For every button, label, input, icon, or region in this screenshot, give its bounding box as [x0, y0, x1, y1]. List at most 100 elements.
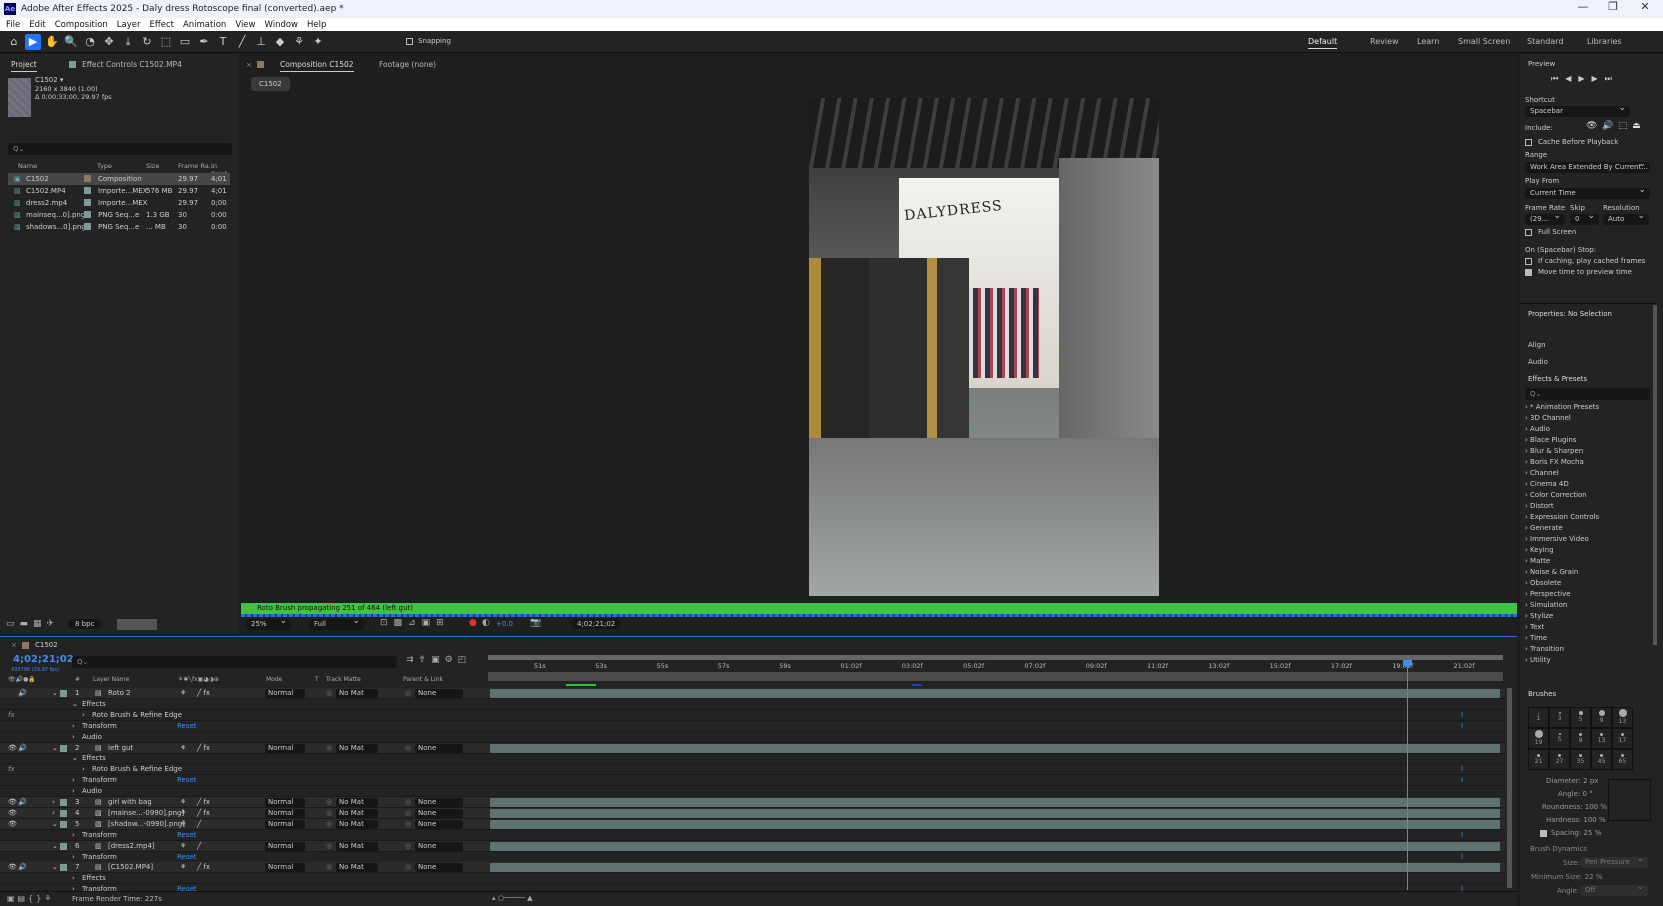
channel-icon[interactable]: ● — [469, 618, 477, 628]
track-matte-dropdown[interactable]: No Mat — [336, 819, 378, 829]
property-row[interactable]: fx › Roto Brush & Refine Edge I — [0, 710, 1505, 721]
pickwhip-icon[interactable]: ◎ — [405, 798, 411, 806]
brush-hardness[interactable]: Hardness: 100 % — [1546, 816, 1606, 824]
mode-dropdown[interactable]: Normal — [265, 819, 305, 829]
brush-preset[interactable]: 45 — [1591, 749, 1612, 770]
range-dropdown[interactable]: Work Area Extended By Current... — [1525, 159, 1650, 173]
menu-composition[interactable]: Composition — [55, 20, 108, 30]
eye-icon[interactable]: 👁 — [8, 820, 17, 828]
playback-controls[interactable]: ⏮◀▶▶⏭ — [1551, 74, 1619, 84]
effects-category[interactable]: › Expression Controls — [1525, 513, 1599, 521]
twirl-open-icon[interactable]: ⌄ — [72, 700, 78, 708]
rotate-icon[interactable]: ↻ — [139, 34, 155, 50]
layer-row[interactable]: 👁 ⌄ 5 ▧ [shadow...-0990].png] ⚘ ╱ Normal ◎ No Mat… — [0, 818, 1505, 830]
track-matte-dropdown[interactable]: No Mat — [336, 841, 378, 851]
timeline-search-input[interactable]: Q⌄ — [72, 656, 397, 668]
tab-footage[interactable]: Footage (none) — [379, 60, 436, 69]
twirl-closed-icon[interactable]: › — [72, 831, 75, 839]
col-layer-name[interactable]: Layer Name — [93, 676, 129, 683]
menu-effect[interactable]: Effect — [150, 20, 174, 30]
size-dropdown[interactable]: Pen Pressure — [1580, 854, 1648, 868]
project-item[interactable]: ▧ shadows...0].png PNG Seq...e ... MB 30 0:00 — [8, 221, 230, 233]
quality-icon[interactable]: ╱ fx — [197, 798, 210, 806]
reset-link[interactable]: Reset — [177, 853, 197, 861]
effects-category[interactable]: › Boris FX Mocha — [1525, 458, 1584, 466]
layer-row[interactable]: 🔊 ⌄ 1 ▤ Roto 2 ⚘ ╱ fx Normal ◎ No Mat ◎ None — [0, 688, 1505, 699]
track-matte-dropdown[interactable]: No Mat — [336, 863, 378, 873]
layer-duration-bar[interactable] — [490, 743, 1500, 753]
mode-dropdown[interactable]: Normal — [265, 808, 305, 818]
effects-category[interactable]: › Text — [1525, 623, 1544, 631]
effects-category[interactable]: › Immersive Video — [1525, 535, 1589, 543]
brush-preset[interactable]: 13 — [1612, 707, 1633, 728]
effects-category[interactable]: › Color Correction — [1525, 491, 1587, 499]
layer-name[interactable]: [C1502.MP4] — [108, 863, 153, 871]
property-row[interactable]: fx › Roto Brush & Refine Edge I — [0, 764, 1505, 776]
effects-category[interactable]: › Keying — [1525, 546, 1554, 554]
parent-dropdown[interactable]: None — [415, 819, 463, 829]
playhead[interactable] — [1402, 660, 1412, 890]
layer-label-color[interactable] — [60, 809, 67, 817]
viewer-toggle-icons[interactable]: ⊡▩⊿▣⊞ — [380, 618, 450, 628]
layer-label-color[interactable] — [60, 842, 67, 850]
selection-icon[interactable]: ▶ — [25, 33, 41, 50]
tab-project[interactable]: Project — [11, 60, 37, 72]
layer-label-color[interactable] — [60, 820, 67, 828]
rectangle-icon[interactable]: ▭ — [177, 34, 193, 50]
layer-duration-bar[interactable] — [490, 798, 1500, 807]
effects-category[interactable]: › Simulation — [1525, 601, 1567, 609]
layer-label-color[interactable] — [60, 864, 67, 872]
eye-icon[interactable]: 👁 — [8, 744, 17, 752]
workspace-learn[interactable]: Learn — [1417, 37, 1439, 46]
layer-duration-bar[interactable] — [490, 689, 1500, 698]
mode-dropdown[interactable]: Normal — [265, 841, 305, 851]
brush-preset[interactable]: 1 — [1528, 707, 1549, 728]
col-parent-link[interactable]: Parent & Link — [403, 676, 443, 683]
effects-category[interactable]: › Generate — [1525, 524, 1563, 532]
property-row[interactable]: › Transform Reset I — [0, 775, 1505, 787]
tab-composition[interactable]: Composition C1502 — [280, 60, 354, 72]
effects-search-input[interactable]: Q⌄ — [1525, 388, 1650, 400]
layer-row[interactable]: 👁 🔊 ⌄ 2 ▤ left gut ⚘ ╱ fx Normal ◎ No Mat ◎ None — [0, 742, 1505, 754]
comp-breadcrumb-button[interactable]: C1502 — [251, 77, 290, 91]
parent-dropdown[interactable]: None — [415, 841, 463, 851]
resolution-dropdown[interactable]: Full — [309, 616, 364, 630]
audio-panel-header[interactable]: Audio — [1528, 358, 1548, 366]
layer-duration-bar[interactable] — [490, 841, 1500, 851]
comp-frame-image[interactable]: DALYDRESS — [809, 98, 1159, 596]
comp-name[interactable]: C1502 ▾ — [35, 76, 63, 84]
layer-duration-bar[interactable] — [490, 863, 1500, 873]
menu-view[interactable]: View — [235, 20, 255, 30]
project-item[interactable]: ▤ C1502.MP4 Importe...MEX 576 MB 29.97 4;01 — [8, 185, 230, 197]
cache-before-playback-checkbox[interactable] — [1525, 139, 1532, 146]
roto-brush-icon[interactable]: ⚘ — [291, 34, 307, 50]
layer-label-color[interactable] — [60, 690, 67, 697]
layer-name[interactable]: Roto 2 — [108, 689, 131, 697]
parent-dropdown[interactable]: None — [415, 743, 463, 753]
effects-category[interactable]: › Blur & Sharpen — [1525, 447, 1583, 455]
pen-icon[interactable]: ✒ — [196, 34, 212, 50]
menu-animation[interactable]: Animation — [183, 20, 226, 30]
preview-resolution-dropdown[interactable]: Auto — [1603, 211, 1649, 225]
brush-spacing[interactable]: Spacing: 25 % — [1551, 829, 1601, 837]
twirl-closed-icon[interactable]: › — [82, 711, 85, 719]
brush-preset[interactable]: 35 — [1570, 749, 1591, 770]
reset-link[interactable]: Reset — [177, 831, 197, 839]
reset-link[interactable]: Reset — [177, 722, 197, 730]
parent-dropdown[interactable]: None — [415, 863, 463, 873]
clone-stamp-icon[interactable]: ⊥ — [253, 34, 269, 50]
layer-name[interactable]: [shadow...-0990].png] — [108, 820, 185, 828]
shortcut-dropdown[interactable]: Spacebar — [1525, 103, 1630, 117]
property-row[interactable]: › Transform Reset I — [0, 830, 1505, 841]
mode-dropdown[interactable]: Normal — [265, 798, 305, 807]
pickwhip-icon[interactable]: ◎ — [405, 744, 411, 752]
hand-icon[interactable]: ✋ — [44, 34, 60, 50]
anchor-icon[interactable]: ⬚ — [158, 34, 174, 50]
col-track-matte[interactable]: Track Matte — [326, 676, 361, 683]
track-matte-dropdown[interactable]: No Mat — [336, 689, 378, 698]
track-matte-dropdown[interactable]: No Mat — [336, 808, 378, 818]
twirl-closed-icon[interactable]: › — [72, 733, 75, 741]
twirl-closed-icon[interactable]: › — [72, 722, 75, 730]
menu-help[interactable]: Help — [307, 20, 326, 30]
effects-category[interactable]: › Distort — [1525, 502, 1554, 510]
